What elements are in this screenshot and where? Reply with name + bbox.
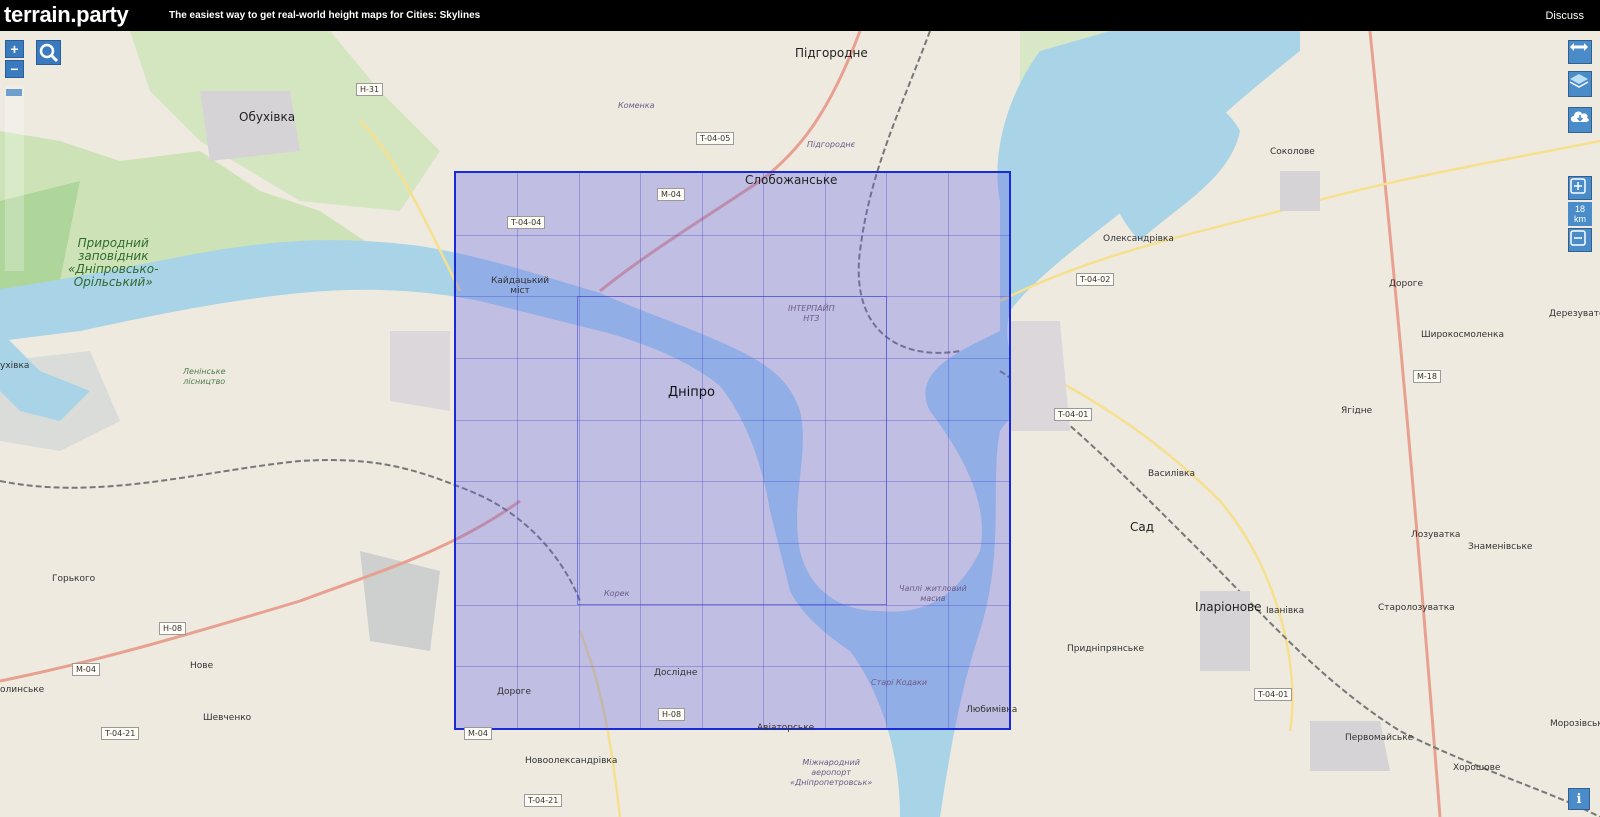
road-shield: T-04-21 [524, 794, 563, 807]
place-label: Новоолександрівка [525, 756, 618, 766]
airport-label: Підгороднє [807, 140, 855, 149]
map-view[interactable]: Підгородне Обухівка Природний заповідник… [0, 31, 1600, 817]
place-label: Первомайське [1345, 733, 1414, 743]
road-shield: T-04-02 [1076, 273, 1115, 286]
place-label: Іларіонове [1195, 600, 1262, 614]
place-label: Кайдацький міст [491, 276, 550, 296]
shrink-selection-button[interactable] [1568, 228, 1592, 252]
road-shield: M-18 [1413, 370, 1441, 383]
plus-square-icon [1570, 178, 1586, 194]
place-label: Дослідне [654, 668, 698, 678]
size-value: 18 [1574, 204, 1585, 214]
place-label: Олександрівка [1103, 234, 1174, 244]
selection-size-readout: 18 km [1568, 202, 1592, 226]
place-label: Обухівка [239, 110, 296, 124]
selection-grid-line [947, 173, 949, 728]
road-shield: H-08 [658, 708, 686, 721]
road-shield: T-04-01 [1254, 688, 1293, 701]
place-label: Знаменівське [1468, 542, 1533, 552]
airport-label: Коменка [618, 101, 655, 110]
place-label: ухівка [0, 361, 30, 371]
cloud-download-icon [1571, 111, 1589, 122]
size-unit: km [1574, 214, 1586, 224]
site-logo[interactable]: terrain.party [4, 2, 129, 28]
place-label: Дороге [1389, 279, 1424, 289]
selection-inner-square [577, 296, 887, 605]
place-label: Лозуватка [1411, 530, 1461, 540]
layers-icon [1569, 74, 1589, 88]
place-label: Старолозуватка [1378, 603, 1455, 613]
airport-label: Міжнародний аеропорт «Дніпропетровськ» [790, 758, 873, 787]
selection-grid-line [456, 234, 1009, 236]
place-label: Морозівське [1550, 719, 1600, 729]
road-shield: T-04-01 [1054, 408, 1093, 421]
zoom-slider[interactable] [5, 86, 24, 271]
place-label: Хорошове [1453, 763, 1501, 773]
place-label: Підгородне [795, 46, 868, 60]
reserve-label: Природний заповідник «Дніпровсько- Оріль… [68, 236, 159, 289]
info-button[interactable]: i [1568, 788, 1590, 810]
place-label: Дерезувате [1549, 309, 1600, 319]
arrows-horizontal-icon [1570, 43, 1588, 51]
place-label: Шевченко [203, 713, 252, 723]
search-button[interactable] [36, 40, 61, 65]
layers-button[interactable] [1568, 71, 1592, 97]
forest-label: Ленінське лісництво [183, 367, 226, 386]
grow-selection-button[interactable] [1568, 176, 1592, 200]
road-shield: M-04 [72, 663, 100, 676]
road-shield: H-08 [159, 622, 187, 635]
road-shield: T-04-21 [101, 727, 140, 740]
district-label: Чаплі житловий масив [899, 584, 967, 603]
road-shield: T-04-04 [507, 216, 546, 229]
zoom-slider-handle[interactable] [6, 89, 22, 96]
minus-square-icon [1570, 230, 1586, 246]
expand-button[interactable] [1568, 40, 1592, 64]
industrial-label: ІНТЕРПАЙП НТЗ [788, 304, 835, 323]
place-label: олинське [0, 685, 45, 695]
selection-grid-line [456, 666, 1009, 668]
road-shield: H-31 [356, 83, 384, 96]
zoom-in-button[interactable]: + [5, 40, 24, 58]
place-label: Іванівка [1266, 606, 1305, 616]
tagline: The easiest way to get real-world height… [169, 10, 481, 21]
place-label: Широкосмоленка [1421, 330, 1505, 340]
place-label: Сад [1130, 520, 1155, 534]
place-label: Горького [52, 574, 96, 584]
place-label: Авіаторське [757, 723, 815, 733]
place-label: Василівка [1148, 469, 1195, 479]
selection-grid-line [517, 173, 519, 728]
place-label: Нове [190, 661, 214, 671]
district-label: Старі Кодаки [871, 678, 928, 687]
place-label: Слобожанське [745, 173, 838, 187]
zoom-out-button[interactable]: − [5, 60, 24, 78]
district-label: Корек [604, 589, 630, 598]
road-shield: M-04 [464, 727, 492, 740]
road-shield: T-04-05 [696, 132, 735, 145]
place-label: Любимівка [966, 705, 1018, 715]
road-shield: M-04 [657, 188, 685, 201]
place-label: Дороге [497, 687, 532, 697]
place-label: Придніпрянське [1067, 644, 1145, 654]
discuss-link[interactable]: Discuss [1545, 10, 1584, 22]
search-icon [39, 43, 59, 63]
download-button[interactable] [1568, 107, 1592, 133]
top-bar: terrain.party The easiest way to get rea… [0, 0, 1600, 31]
place-label: Соколове [1270, 147, 1315, 157]
city-label: Дніпро [668, 385, 715, 400]
place-label: Ягідне [1341, 406, 1373, 416]
